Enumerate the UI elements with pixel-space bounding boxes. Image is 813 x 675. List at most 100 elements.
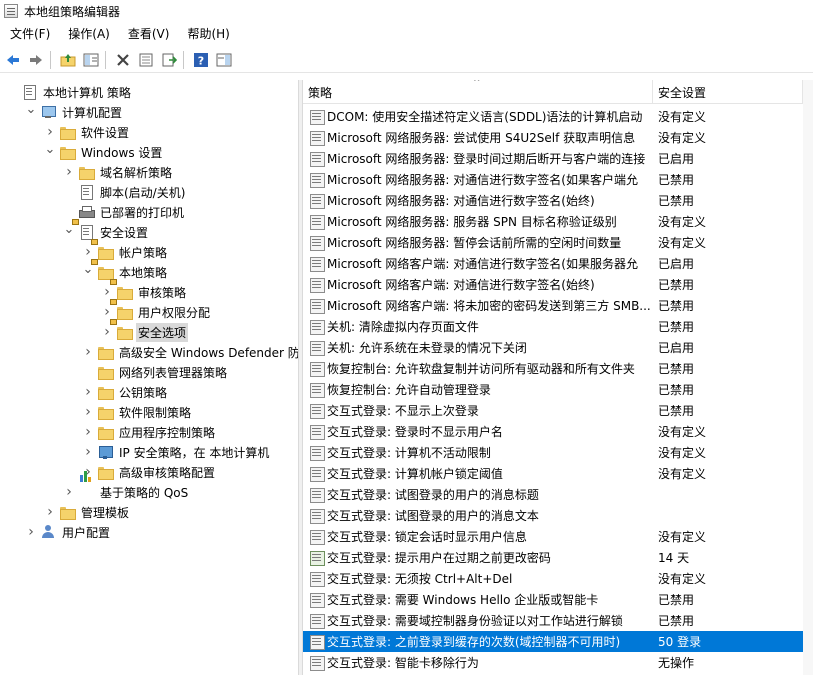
export-list-button[interactable] (159, 50, 179, 70)
tree-node[interactable]: › 用户权限分配 (101, 299, 212, 322)
policy-row[interactable]: DCOM: 使用安全描述符定义语言(SDDL)语法的计算机启动 没有定义 (303, 106, 803, 127)
policy-list: 策略 ^ 安全设置 DCOM: 使用安全描述符定义语言(SDDL)语法的计算机启… (303, 80, 813, 675)
policy-row[interactable]: 交互式登录: 智能卡移除行为 无操作 (303, 652, 803, 673)
chevron-right-icon[interactable]: › (63, 162, 75, 182)
chevron-right-icon[interactable]: › (82, 342, 94, 362)
policy-security-setting: 已禁用 (658, 173, 695, 187)
policy-row[interactable]: Microsoft 网络客户端: 对通信进行数字签名(始终) 已禁用 (303, 274, 803, 295)
policy-security-setting: 已禁用 (658, 383, 695, 397)
show-action-pane-button[interactable] (214, 50, 234, 70)
policy-row[interactable]: 恢复控制台: 允许软盘复制并访问所有驱动器和所有文件夹 已禁用 (303, 358, 803, 379)
tree-node[interactable]: › 管理模板 (44, 502, 131, 522)
tree-node[interactable]: › 安全选项 (101, 319, 189, 342)
vertical-scrollbar[interactable] (803, 80, 813, 675)
policy-setting-icon (309, 382, 325, 398)
svg-text:?: ? (198, 54, 204, 67)
tree-node[interactable]: › 公钥策略 (82, 382, 169, 402)
menu-action[interactable]: 操作(A) (58, 25, 118, 42)
menu-help[interactable]: 帮助(H) (177, 25, 237, 42)
tree-node-label: 软件限制策略 (119, 405, 192, 420)
tree-node[interactable]: › 高级安全 Windows Defender 防火 (82, 342, 298, 362)
policy-setting-icon (309, 634, 325, 650)
tree-node-label: 公钥策略 (119, 385, 168, 400)
policy-setting-icon (309, 235, 325, 251)
policy-row[interactable]: 交互式登录: 登录时不显示用户名 没有定义 (303, 421, 803, 442)
lock-icon (110, 299, 117, 305)
policy-name: Microsoft 网络服务器: 对通信进行数字签名(如果客户端允 (327, 173, 638, 187)
chevron-right-icon[interactable]: › (82, 382, 94, 402)
chevron-right-icon[interactable]: › (63, 482, 75, 502)
policy-setting-icon (309, 655, 325, 671)
policy-setting-icon (309, 193, 325, 209)
policy-row[interactable]: 交互式登录: 需要域控制器身份验证以对工作站进行解锁 已禁用 (303, 610, 803, 631)
policy-row[interactable]: 交互式登录: 无须按 Ctrl+Alt+Del 没有定义 (303, 568, 803, 589)
policy-row[interactable]: Microsoft 网络客户端: 将未加密的密码发送到第三方 SMB... 已禁用 (303, 295, 803, 316)
policy-name: Microsoft 网络服务器: 暂停会话前所需的空闲时间数量 (327, 236, 622, 250)
tree-node-label: 计算机配置 (62, 105, 123, 120)
tree-node[interactable]: 已部署的打印机 (63, 202, 186, 222)
tree-node[interactable]: ⌄ 本地策略 (82, 259, 169, 282)
delete-button[interactable] (113, 50, 133, 70)
chevron-down-icon[interactable]: ⌄ (44, 139, 56, 159)
policy-row[interactable]: 交互式登录: 锁定会话时显示用户信息 没有定义 (303, 526, 803, 547)
chevron-down-icon[interactable]: ⌄ (25, 99, 37, 119)
tree-node[interactable]: › 基于策略的 QoS (63, 471, 190, 502)
tree-node[interactable]: › 软件限制策略 (82, 402, 193, 422)
forward-button[interactable] (26, 50, 46, 70)
policy-row[interactable]: Microsoft 网络服务器: 对通信进行数字签名(如果客户端允 已禁用 (303, 169, 803, 190)
chevron-right-icon[interactable]: › (82, 422, 94, 442)
policy-row[interactable]: 恢复控制台: 允许自动管理登录 已禁用 (303, 379, 803, 400)
policy-security-setting: 14 天 (658, 551, 690, 565)
chevron-right-icon[interactable]: › (101, 322, 113, 342)
policy-row[interactable]: 交互式登录: 试图登录的用户的消息文本 (303, 505, 803, 526)
policy-row[interactable]: Microsoft 网络服务器: 服务器 SPN 目标名称验证级别 没有定义 (303, 211, 803, 232)
policy-row[interactable]: 交互式登录: 计算机帐户锁定阈值 没有定义 (303, 463, 803, 484)
up-one-level-button[interactable] (58, 50, 78, 70)
tree-node[interactable]: › 域名解析策略 (63, 162, 174, 182)
policy-row[interactable]: 交互式登录: 试图登录的用户的消息标题 (303, 484, 803, 505)
chevron-right-icon[interactable]: › (44, 502, 56, 522)
help-button[interactable]: ? (191, 50, 211, 70)
back-button[interactable] (3, 50, 23, 70)
tree-node[interactable]: › IP 安全策略，在 本地计算机 (82, 442, 271, 462)
column-header-security-setting[interactable]: 安全设置 (653, 80, 803, 104)
tree-node[interactable]: ⌄ Windows 设置 (44, 142, 164, 162)
policy-name: 交互式登录: 智能卡移除行为 (327, 656, 479, 670)
chevron-right-icon[interactable]: › (25, 522, 37, 542)
policy-security-setting: 已禁用 (658, 299, 695, 313)
tree-node[interactable]: ⌄ 安全设置 (63, 219, 150, 242)
policy-row[interactable]: Microsoft 网络服务器: 登录时间过期后断开与客户端的连接 已启用 (303, 148, 803, 169)
column-header-policy[interactable]: 策略 ^ (303, 80, 653, 104)
menu-view[interactable]: 查看(V) (118, 25, 178, 42)
policy-row[interactable]: 交互式登录: 之前登录到缓存的次数(域控制器不可用时) 50 登录 (303, 631, 803, 652)
policy-row[interactable]: Microsoft 网络服务器: 对通信进行数字签名(始终) 已禁用 (303, 190, 803, 211)
tree-node-label: 安全选项 (136, 322, 189, 342)
tree-node[interactable]: › 应用程序控制策略 (82, 422, 217, 442)
chevron-right-icon[interactable]: › (82, 442, 94, 462)
tree-node[interactable]: ⌄ 计算机配置 (25, 102, 124, 122)
policy-security-setting: 没有定义 (658, 425, 707, 439)
tree-node[interactable]: 网络列表管理器策略 (82, 362, 229, 382)
forward-icon (30, 54, 42, 65)
policy-row[interactable]: Microsoft 网络客户端: 对通信进行数字签名(如果服务器允 已启用 (303, 253, 803, 274)
tree-node[interactable]: › 用户配置 (25, 522, 112, 542)
menu-file[interactable]: 文件(F) (0, 25, 58, 42)
policy-row[interactable]: 交互式登录: 不显示上次登录 已禁用 (303, 400, 803, 421)
show-hide-tree-button[interactable] (81, 50, 101, 70)
policy-row[interactable]: 关机: 清除虚拟内存页面文件 已禁用 (303, 316, 803, 337)
policy-row[interactable]: 交互式登录: 需要 Windows Hello 企业版或智能卡 已禁用 (303, 589, 803, 610)
policy-row[interactable]: 关机: 允许系统在未登录的情况下关闭 已启用 (303, 337, 803, 358)
properties-button[interactable] (136, 50, 156, 70)
policy-row[interactable]: Microsoft 网络服务器: 暂停会话前所需的空闲时间数量 没有定义 (303, 232, 803, 253)
secure-folder-icon (91, 239, 113, 260)
policy-setting-icon (309, 340, 325, 356)
bar-icon-part (88, 477, 91, 482)
tree-node[interactable]: › 软件设置 (44, 122, 131, 142)
tree-node[interactable]: › 高级审核策略配置 (82, 462, 217, 482)
policy-row[interactable]: 交互式登录: 提示用户在过期之前更改密码 14 天 (303, 547, 803, 568)
policy-row[interactable]: Microsoft 网络服务器: 尝试使用 S4U2Self 获取声明信息 没有定… (303, 127, 803, 148)
tree-node[interactable]: 脚本(启动/关机) (63, 182, 187, 202)
chevron-right-icon[interactable]: › (82, 402, 94, 422)
policy-row[interactable]: 交互式登录: 计算机不活动限制 没有定义 (303, 442, 803, 463)
